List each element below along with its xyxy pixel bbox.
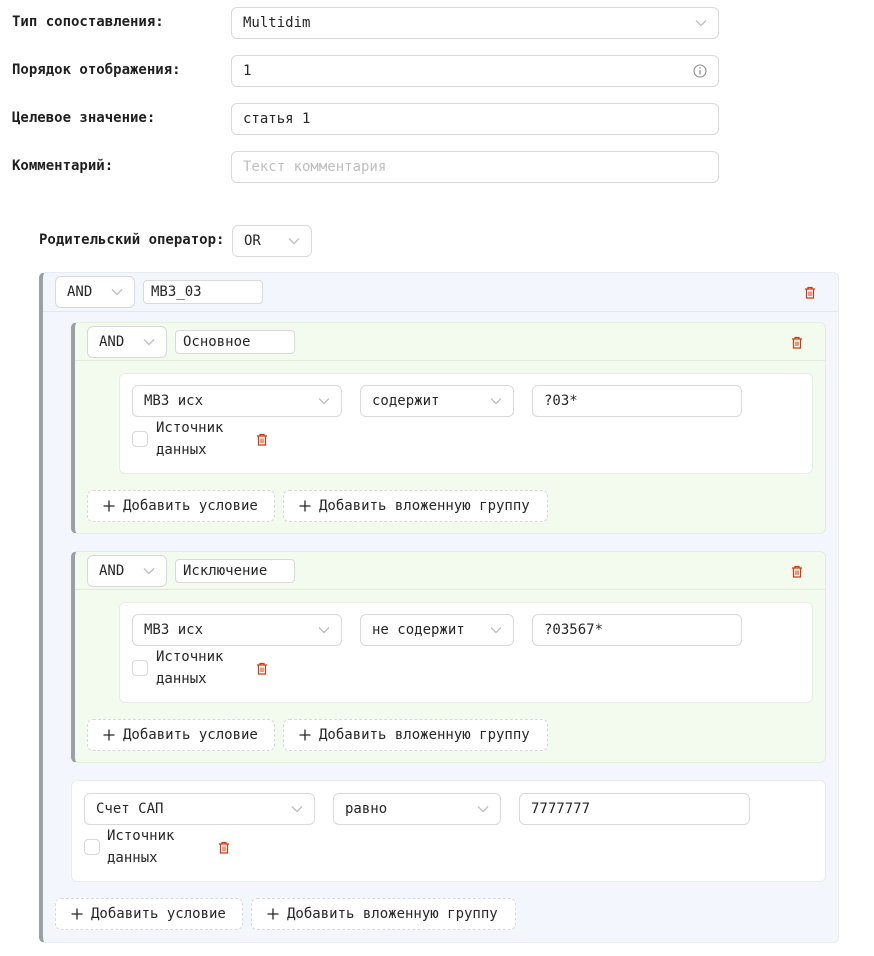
condition-field-select[interactable]: MB3 исх — [132, 614, 342, 646]
root-group-operator-select[interactable]: AND — [55, 276, 135, 308]
plus-icon — [299, 500, 311, 512]
plus-icon — [267, 908, 279, 920]
nested-group-operator-select[interactable]: AND — [87, 326, 167, 358]
target-value-input[interactable]: статья 1 — [231, 103, 719, 135]
add-nested-group-button[interactable]: Добавить вложенную группу — [251, 898, 516, 930]
nested-group-divider — [75, 360, 825, 361]
add-condition-button[interactable]: Добавить условие — [87, 490, 275, 522]
comment-input[interactable]: Текст комментария — [231, 151, 719, 183]
data-source-checkbox[interactable] — [84, 839, 100, 855]
match-type-value: Multidim — [243, 15, 311, 31]
root-group-divider — [43, 311, 838, 312]
parent-operator-select[interactable]: OR — [232, 225, 312, 257]
data-source-checkbox[interactable] — [132, 431, 148, 447]
condition-value-input[interactable]: ?03567* — [532, 614, 742, 646]
condition-value-input[interactable]: 7777777 — [519, 793, 750, 825]
condition-field-value: MB3 исх — [144, 622, 204, 638]
chevron-down-icon — [143, 565, 155, 577]
delete-group-icon[interactable] — [790, 564, 804, 578]
plus-icon — [103, 500, 115, 512]
match-type-select[interactable]: Multidim — [231, 7, 719, 39]
condition-operator-value: не содержит — [372, 622, 465, 638]
root-group-operator-value: AND — [67, 284, 93, 300]
condition-field-value: MB3 исх — [144, 393, 204, 409]
chevron-down-icon — [477, 803, 489, 815]
chevron-down-icon — [318, 395, 330, 407]
info-icon[interactable] — [693, 64, 707, 78]
plus-icon — [71, 908, 83, 920]
nested-group-operator-value: AND — [99, 334, 125, 350]
plus-icon — [103, 729, 115, 741]
condition-value-input[interactable]: ?03* — [532, 385, 742, 417]
condition-operator-select[interactable]: содержит — [360, 385, 514, 417]
condition-operator-select[interactable]: равно — [333, 793, 501, 825]
parent-operator-value: OR — [244, 233, 261, 249]
add-nested-group-button[interactable]: Добавить вложенную группу — [283, 719, 548, 751]
chevron-down-icon — [318, 624, 330, 636]
add-nested-group-button[interactable]: Добавить вложенную группу — [283, 490, 548, 522]
chevron-down-icon — [111, 286, 123, 298]
condition-operator-select[interactable]: не содержит — [360, 614, 514, 646]
chevron-down-icon — [291, 803, 303, 815]
delete-group-icon[interactable] — [803, 285, 817, 299]
chevron-down-icon — [490, 395, 502, 407]
delete-condition-icon[interactable] — [255, 661, 269, 675]
data-source-checkbox[interactable] — [132, 660, 148, 676]
data-source-checkbox-label: Источник данных — [156, 420, 224, 458]
condition-field-select[interactable]: MB3 исх — [132, 385, 342, 417]
comment-label: Комментарий: — [12, 158, 114, 174]
data-source-checkbox-label: Источник данных — [107, 828, 175, 866]
nested-group-divider — [75, 589, 825, 590]
chevron-down-icon — [490, 624, 502, 636]
chevron-down-icon — [288, 235, 300, 247]
match-type-label: Тип сопоставления: — [12, 14, 164, 30]
target-value-label: Целевое значение: — [12, 110, 156, 126]
nested-group-operator-select[interactable]: AND — [87, 555, 167, 587]
nested-group-name-input[interactable]: Основное — [175, 330, 295, 354]
display-order-input[interactable]: 1 — [231, 55, 719, 87]
chevron-down-icon — [143, 336, 155, 348]
delete-condition-icon[interactable] — [255, 432, 269, 446]
delete-condition-icon[interactable] — [217, 840, 231, 854]
delete-group-icon[interactable] — [790, 335, 804, 349]
condition-operator-value: равно — [345, 801, 388, 817]
plus-icon — [299, 729, 311, 741]
condition-operator-value: содержит — [372, 393, 440, 409]
display-order-value: 1 — [243, 63, 252, 79]
root-group-name-input[interactable]: MB3_03 — [143, 280, 263, 304]
nested-group-operator-value: AND — [99, 563, 125, 579]
parent-operator-label: Родительский оператор: — [39, 232, 225, 248]
add-condition-button[interactable]: Добавить условие — [55, 898, 243, 930]
condition-field-select[interactable]: Счет САП — [84, 793, 315, 825]
display-order-label: Порядок отображения: — [12, 62, 181, 78]
chevron-down-icon — [695, 17, 707, 29]
condition-field-value: Счет САП — [96, 801, 164, 817]
data-source-checkbox-label: Источник данных — [156, 649, 224, 687]
nested-group-name-input[interactable]: Исключение — [175, 559, 295, 583]
add-condition-button[interactable]: Добавить условие — [87, 719, 275, 751]
